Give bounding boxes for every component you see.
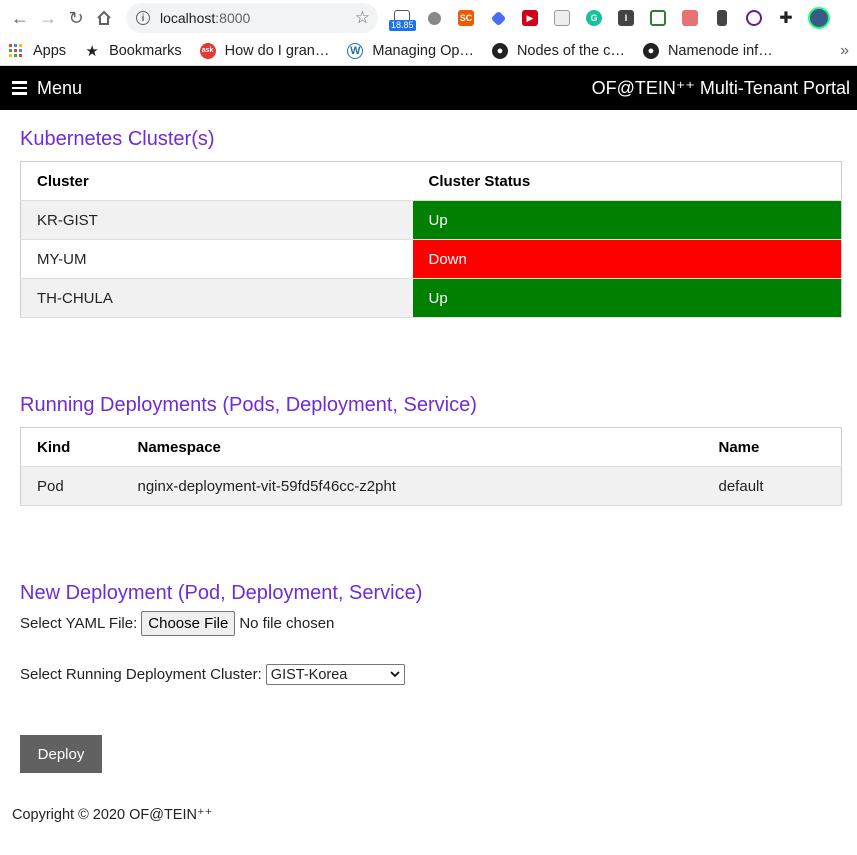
- bookmark-star-icon[interactable]: ☆: [355, 8, 370, 28]
- bookmark-label: Bookmarks: [109, 42, 182, 59]
- deployment-kind: Pod: [20, 466, 122, 506]
- bookmark-bookmarks[interactable]: ★ Bookmarks: [84, 42, 182, 60]
- cluster-select[interactable]: GIST-Korea: [265, 664, 405, 685]
- bookmarks-bar: Apps ★ Bookmarks ask How do I gran… W Ma…: [0, 36, 857, 66]
- table-row: KR-GIST Up: [20, 200, 842, 240]
- bookmark-label: Apps: [33, 42, 67, 59]
- profile-avatar[interactable]: [808, 7, 830, 29]
- chevron-down-icon: [390, 667, 400, 684]
- extensions-puzzle-icon[interactable]: ✚: [770, 4, 802, 32]
- ask-icon: ask: [199, 42, 216, 59]
- hamburger-icon: [12, 81, 27, 95]
- column-header: Cluster: [20, 161, 413, 201]
- app-navbar: Menu OF@TEIN⁺⁺ Multi-Tenant Portal: [0, 66, 857, 110]
- extension-phone-icon[interactable]: [706, 4, 738, 32]
- extension-red-icon[interactable]: ▶: [514, 4, 546, 32]
- table-header-row: Cluster Cluster Status: [20, 161, 842, 201]
- bookmark-label: Nodes of the c…: [516, 42, 625, 59]
- cluster-name: MY-UM: [20, 239, 413, 279]
- yaml-file-label: Select YAML File:: [20, 615, 138, 632]
- extension-i-icon[interactable]: I: [610, 4, 642, 32]
- forward-icon[interactable]: →: [34, 4, 62, 32]
- extension-badge-icon[interactable]: 18.85: [386, 4, 418, 32]
- url-port: :8000: [215, 10, 251, 26]
- main-content: Kubernetes Cluster(s) Cluster Cluster St…: [0, 128, 857, 773]
- bookmark-namenode[interactable]: ● Namenode inf…: [642, 42, 773, 59]
- cluster-status: Down: [412, 239, 842, 279]
- deployment-name: default: [702, 466, 842, 506]
- extension-doc-icon[interactable]: [546, 4, 578, 32]
- apps-grid-icon: [8, 43, 24, 59]
- deployment-namespace: nginx-deployment-vit-59fd5f46cc-z2pht: [121, 466, 703, 506]
- bookmark-nodes[interactable]: ● Nodes of the c…: [491, 42, 625, 59]
- extension-badge-count: 18.85: [389, 20, 416, 31]
- bookmark-wordpress[interactable]: W Managing Op…: [347, 42, 474, 59]
- cluster-name: TH-CHULA: [20, 278, 413, 318]
- table-row: TH-CHULA Up: [20, 278, 842, 318]
- star-icon: ★: [85, 42, 99, 60]
- extension-cap-icon[interactable]: [482, 4, 514, 32]
- url-host: localhost: [160, 10, 216, 26]
- cluster-status: Up: [412, 200, 842, 240]
- back-icon[interactable]: ←: [6, 4, 34, 32]
- deployments-heading: Running Deployments (Pods, Deployment, S…: [20, 394, 477, 416]
- globe-icon: ●: [642, 42, 659, 59]
- globe-icon: ●: [491, 42, 508, 59]
- column-header: Kind: [20, 427, 122, 467]
- extension-circle-icon[interactable]: [418, 4, 450, 32]
- deploy-button[interactable]: Deploy: [20, 735, 102, 773]
- table-row: MY-UM Down: [20, 239, 842, 279]
- home-icon[interactable]: [90, 4, 118, 32]
- cluster-select-value: GIST-Korea: [270, 666, 348, 683]
- column-header: Namespace: [121, 427, 703, 467]
- bookmark-label: How do I gran…: [224, 42, 330, 59]
- bookmark-ask[interactable]: ask How do I gran…: [199, 42, 330, 59]
- table-row: Pod nginx-deployment-vit-59fd5f46cc-z2ph…: [20, 466, 842, 506]
- portal-title: OF@TEIN⁺⁺ Multi-Tenant Portal: [591, 77, 850, 98]
- cluster-select-label: Select Running Deployment Cluster:: [20, 666, 262, 683]
- column-header: Name: [702, 427, 842, 467]
- extensions-bar: 18.85 SC ▶ G I ✚: [386, 4, 830, 32]
- reload-icon[interactable]: ↻: [62, 4, 90, 32]
- bookmark-apps[interactable]: Apps: [8, 43, 66, 59]
- column-header: Cluster Status: [412, 161, 842, 201]
- wordpress-icon: W: [347, 42, 364, 59]
- extension-green-icon[interactable]: [642, 4, 674, 32]
- address-bar[interactable]: i localhost:8000 ☆: [126, 3, 378, 33]
- clusters-table: Cluster Cluster Status KR-GIST Up MY-UM …: [20, 161, 842, 318]
- bookmark-label: Managing Op…: [372, 42, 474, 59]
- extension-sc-icon[interactable]: SC: [450, 4, 482, 32]
- new-deployment-heading: New Deployment (Pod, Deployment, Service…: [20, 582, 423, 604]
- extension-shield-icon[interactable]: [674, 4, 706, 32]
- yaml-file-row: Select YAML File: Choose File No file ch…: [20, 611, 842, 636]
- menu-button[interactable]: Menu: [12, 78, 82, 99]
- info-icon[interactable]: i: [136, 11, 150, 25]
- deployments-table: Kind Namespace Name Pod nginx-deployment…: [20, 427, 842, 506]
- menu-label: Menu: [37, 77, 83, 98]
- extension-grammarly-icon[interactable]: G: [578, 4, 610, 32]
- clusters-heading: Kubernetes Cluster(s): [20, 128, 215, 150]
- cluster-status: Up: [412, 278, 842, 318]
- extension-block-icon[interactable]: [738, 4, 770, 32]
- choose-file-button[interactable]: Choose File: [141, 611, 236, 636]
- footer-copyright: Copyright © 2020 OF@TEIN⁺⁺: [12, 807, 213, 823]
- bookmark-label: Namenode inf…: [667, 42, 773, 59]
- file-status-text: No file chosen: [239, 615, 335, 632]
- browser-toolbar: ← → ↻ i localhost:8000 ☆ 18.85 SC ▶ G I …: [0, 0, 857, 36]
- cluster-select-row: Select Running Deployment Cluster: GIST-…: [20, 664, 842, 685]
- bookmarks-more-icon[interactable]: »: [840, 42, 849, 60]
- cluster-name: KR-GIST: [20, 200, 413, 240]
- table-header-row: Kind Namespace Name: [20, 427, 842, 467]
